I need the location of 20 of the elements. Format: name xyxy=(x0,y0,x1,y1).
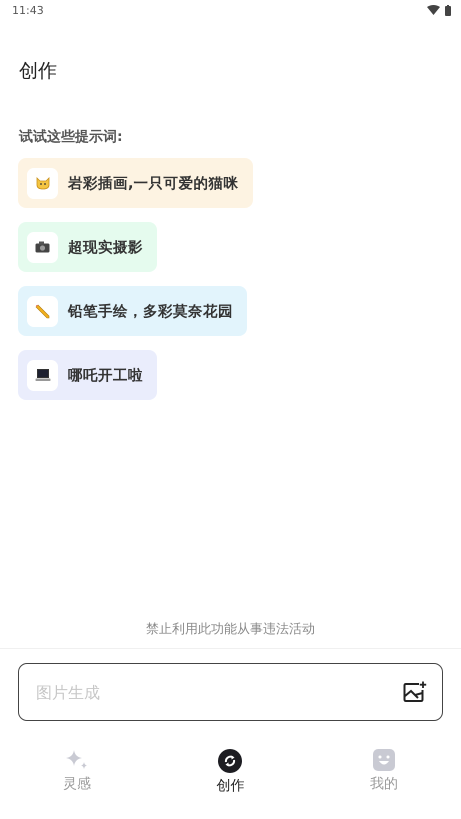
status-time: 11:43 xyxy=(12,4,44,16)
wifi-icon xyxy=(427,5,440,15)
nav-tab[interactable]: 创作 xyxy=(190,749,270,795)
prompt-chip[interactable]: 哪吒开工啦 xyxy=(18,350,157,400)
page-title: 创作 xyxy=(19,59,58,84)
prompt-chip[interactable]: 岩彩插画,一只可爱的猫咪 xyxy=(18,158,253,208)
prompt-chip[interactable]: 铅笔手绘，多彩莫奈花园 xyxy=(18,286,247,336)
prompt-input-field[interactable]: 图片生成 xyxy=(18,663,443,721)
battery-icon xyxy=(445,4,451,16)
prompt-chip[interactable]: 超现实摄影 xyxy=(18,222,157,272)
refresh-icon xyxy=(218,749,242,773)
prompts-label: 试试这些提示词: xyxy=(19,128,124,146)
cat-face-icon xyxy=(36,176,50,190)
pencil-icon xyxy=(35,304,50,318)
camera-icon xyxy=(35,241,50,253)
smiley-face-icon xyxy=(373,749,396,771)
add-image-icon[interactable] xyxy=(403,681,427,703)
laptop-icon xyxy=(34,368,50,382)
notice-text: 禁止利用此功能从事违法活动 xyxy=(146,621,315,638)
sparkle-icon xyxy=(64,749,89,771)
